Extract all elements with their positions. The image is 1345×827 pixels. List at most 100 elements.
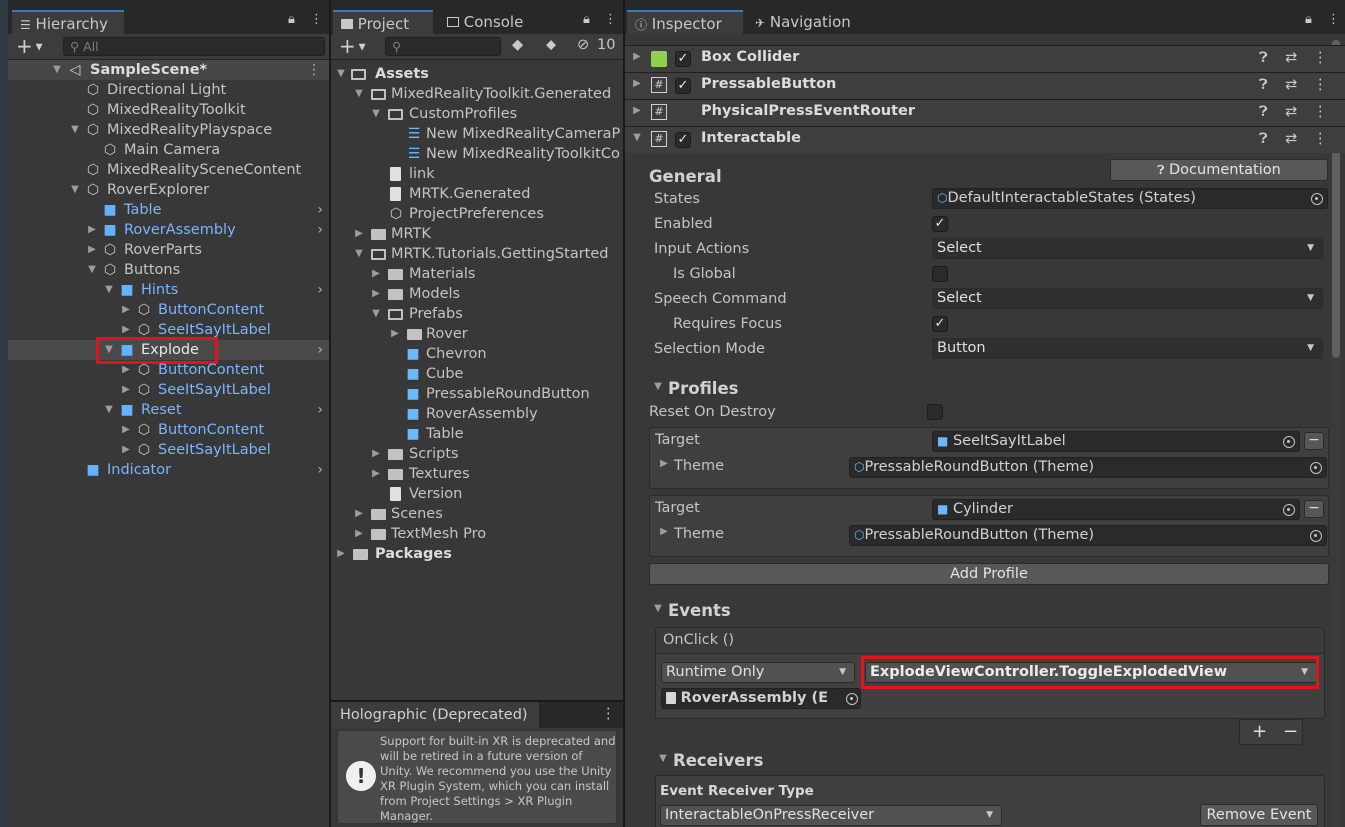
collapse-icon[interactable]: ▶ <box>120 420 132 440</box>
remove-profile-button[interactable]: − <box>1304 500 1324 518</box>
expand-icon[interactable]: ▼ <box>631 132 643 143</box>
hierarchy-item[interactable]: ▼ ⬡ RoverExplorer <box>8 180 329 200</box>
scene-row[interactable]: ▼ ◁ SampleScene* ⋮ <box>8 60 329 80</box>
kebab-icon[interactable]: ⋮ <box>307 60 321 80</box>
tree-item[interactable]: ▶ Models <box>331 284 623 304</box>
hierarchy-item[interactable]: ▶ ⬡ ButtonContent <box>8 360 329 380</box>
tree-item[interactable]: ▶ Scripts <box>331 444 623 464</box>
hierarchy-search-input[interactable]: ⚲ All <box>63 37 325 56</box>
pressable-button-header[interactable]: ▶ # ✓ PressableButton ❓︎ ⇄ ⋮ <box>625 72 1345 99</box>
tab-console[interactable]: Console <box>439 10 549 34</box>
collapse-icon[interactable]: ▶ <box>370 284 382 304</box>
input-actions-dropdown[interactable]: Select ▼ <box>932 238 1323 259</box>
collapse-icon[interactable]: ▶ <box>120 380 132 400</box>
project-search-input[interactable]: ⚲ <box>385 37 501 56</box>
hierarchy-item[interactable]: ■ Table › <box>8 200 329 220</box>
help-icon[interactable]: ❓︎ <box>1259 77 1268 93</box>
collapse-icon[interactable]: ▶ <box>631 51 643 62</box>
tree-item[interactable]: MRTK.Generated <box>331 184 623 204</box>
create-dropdown-button[interactable]: + ▼ <box>339 34 366 60</box>
hierarchy-item[interactable]: ▶ ■ RoverAssembly › <box>8 220 329 240</box>
hierarchy-item[interactable]: ▶ ⬡ SeeItSayItLabel <box>8 440 329 460</box>
remove-event-button[interactable]: Remove Event <box>1200 804 1318 826</box>
collapse-icon[interactable]: ▶ <box>631 78 643 89</box>
hierarchy-item[interactable]: ⬡ MixedRealitySceneContent <box>8 160 329 180</box>
hierarchy-item[interactable]: ⬡ MixedRealityToolkit <box>8 100 329 120</box>
expand-icon[interactable]: ▼ <box>69 180 81 200</box>
tree-item[interactable]: ■ Cube <box>331 364 623 384</box>
expand-icon[interactable]: ▼ <box>657 753 669 764</box>
tree-item[interactable]: ▶ Packages <box>331 544 623 564</box>
chevron-right-icon[interactable]: › <box>317 220 323 240</box>
tree-item[interactable]: ▶ Rover <box>331 324 623 344</box>
tree-item[interactable]: ▶ TextMesh Pro <box>331 524 623 544</box>
tab-hierarchy[interactable]: ☰ Hierarchy <box>12 10 124 34</box>
hidden-packages-icon[interactable]: ⊘ <box>577 37 589 53</box>
tab-holographic[interactable]: Holographic (Deprecated) <box>331 702 539 728</box>
collapse-icon[interactable]: ▶ <box>631 105 643 116</box>
profile2-target-field[interactable]: ■ Cylinder <box>932 499 1300 520</box>
runtime-only-dropdown[interactable]: Runtime Only ▼ <box>661 662 855 683</box>
event-object-field[interactable]: RoverAssembly (E <box>661 688 861 709</box>
tree-item[interactable]: Version <box>331 484 623 504</box>
tree-item[interactable]: ▼ Prefabs <box>331 304 623 324</box>
collapse-icon[interactable]: ▶ <box>658 458 670 469</box>
add-listener-button[interactable]: + <box>1252 721 1267 742</box>
enabled-checkbox[interactable]: ✓ <box>932 216 948 232</box>
hierarchy-item[interactable]: ▶ ⬡ SeeItSayItLabel <box>8 380 329 400</box>
expand-icon[interactable]: ▼ <box>370 304 382 324</box>
tab-inspector[interactable]: ⓘ Inspector <box>627 10 743 34</box>
kebab-menu-icon[interactable]: ⋮ <box>1327 12 1340 27</box>
object-picker-icon[interactable] <box>1311 193 1323 205</box>
reset-on-destroy-checkbox[interactable] <box>927 404 943 420</box>
help-icon[interactable]: ❓︎ <box>1259 104 1268 120</box>
expand-icon[interactable]: ▼ <box>370 104 382 124</box>
tree-item[interactable]: ■ Chevron <box>331 344 623 364</box>
object-picker-icon[interactable] <box>1283 504 1295 516</box>
hierarchy-item[interactable]: ▼ ⬡ MixedRealityPlayspace <box>8 120 329 140</box>
profile1-target-field[interactable]: ■ SeeItSayItLabel <box>932 431 1300 452</box>
collapse-icon[interactable]: ▶ <box>370 444 382 464</box>
requires-focus-checkbox[interactable]: ✓ <box>932 316 948 332</box>
object-picker-icon[interactable] <box>846 693 858 705</box>
add-profile-button[interactable]: Add Profile <box>649 563 1329 585</box>
lock-icon[interactable]: 🔒︎ <box>1305 12 1312 27</box>
is-global-checkbox[interactable] <box>932 266 948 282</box>
collapse-icon[interactable]: ▶ <box>120 300 132 320</box>
hierarchy-item[interactable]: ■ Indicator › <box>8 460 329 480</box>
lock-icon[interactable]: 🔒︎ <box>288 12 295 27</box>
chevron-right-icon[interactable]: › <box>317 400 323 420</box>
tree-item[interactable]: ▶ Scenes <box>331 504 623 524</box>
collapse-icon[interactable]: ▶ <box>353 524 365 544</box>
filter-by-label-icon[interactable]: ⬥ <box>546 37 556 53</box>
collapse-icon[interactable]: ▶ <box>86 240 98 260</box>
collapse-icon[interactable]: ▶ <box>389 324 401 344</box>
inspector-scrollbar[interactable] <box>1331 40 1341 827</box>
expand-icon[interactable]: ▼ <box>353 84 365 104</box>
chevron-right-icon[interactable]: › <box>317 280 323 300</box>
hierarchy-item[interactable]: ▼ ⬡ Buttons <box>8 260 329 280</box>
hierarchy-item[interactable]: ▶ ⬡ RoverParts <box>8 240 329 260</box>
kebab-icon[interactable]: ⋮ <box>1313 50 1328 66</box>
chevron-right-icon[interactable]: › <box>317 340 323 360</box>
expand-icon[interactable]: ▼ <box>69 120 81 140</box>
collapse-icon[interactable]: ▶ <box>120 360 132 380</box>
expand-icon[interactable]: ▼ <box>652 381 664 392</box>
help-icon[interactable]: ❓︎ <box>1259 50 1268 66</box>
presets-icon[interactable]: ⇄ <box>1285 131 1297 147</box>
remove-profile-button[interactable]: − <box>1304 432 1324 450</box>
filter-by-type-icon[interactable]: ◆ <box>512 37 523 53</box>
lock-icon[interactable]: 🔒︎ <box>583 12 590 27</box>
hierarchy-item[interactable]: ⬡ Main Camera <box>8 140 329 160</box>
kebab-icon[interactable]: ⋮ <box>1313 131 1328 147</box>
profile2-theme-field[interactable]: ⬡PressableRoundButton (Theme) <box>849 525 1327 546</box>
selection-mode-dropdown[interactable]: Button ▼ <box>932 338 1323 359</box>
hierarchy-item[interactable]: ▼ ■ Reset › <box>8 400 329 420</box>
expand-icon[interactable]: ▼ <box>335 64 347 84</box>
expand-icon[interactable]: ▼ <box>51 60 63 80</box>
hierarchy-item[interactable]: ▶ ⬡ ButtonContent <box>8 420 329 440</box>
kebab-menu-icon[interactable]: ⋮ <box>310 12 323 27</box>
hierarchy-item[interactable]: ▼ ■ Hints › <box>8 280 329 300</box>
pressable-button-enabled-checkbox[interactable]: ✓ <box>675 78 691 94</box>
collapse-icon[interactable]: ▶ <box>370 464 382 484</box>
